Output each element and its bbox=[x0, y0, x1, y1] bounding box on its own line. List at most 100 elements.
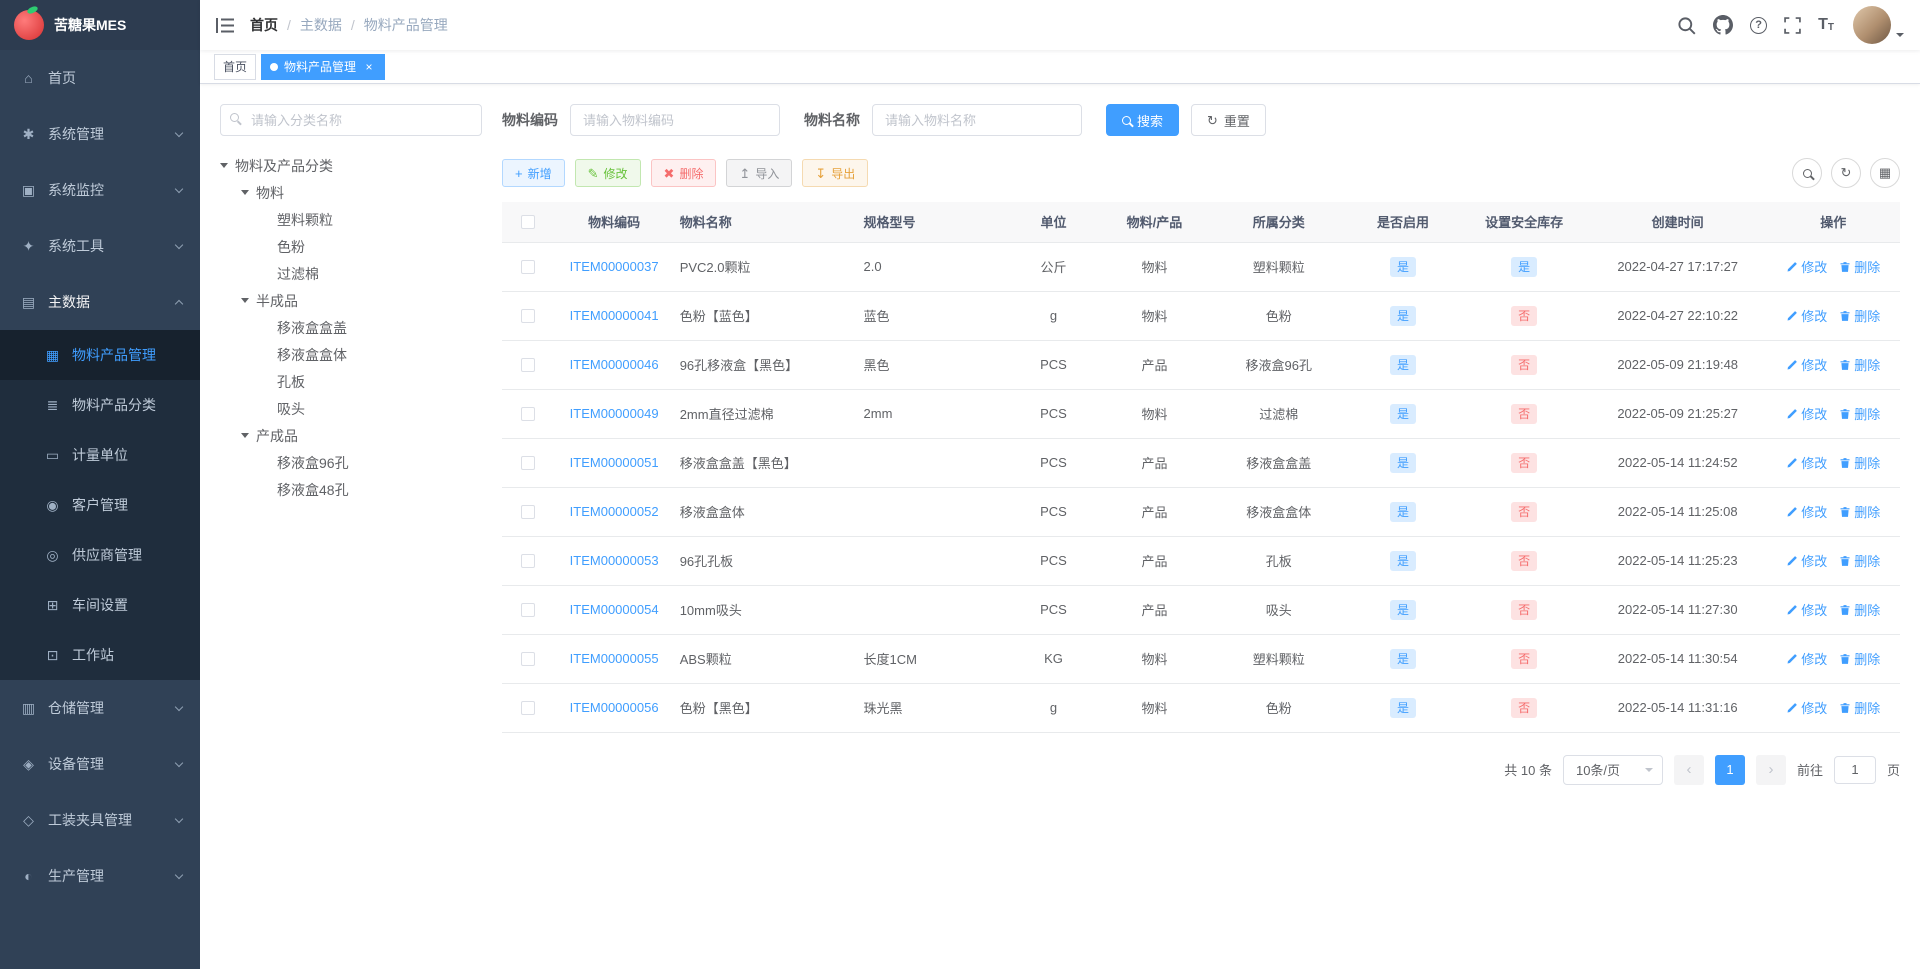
search-icon[interactable] bbox=[1677, 16, 1696, 35]
column-settings-button[interactable]: ▦ bbox=[1870, 158, 1900, 188]
delete-link[interactable]: 删除 bbox=[1839, 306, 1880, 325]
edit-link[interactable]: 修改 bbox=[1786, 355, 1827, 374]
tree-node[interactable]: 物料及产品分类 bbox=[220, 152, 482, 179]
sidebar-item-system[interactable]: ✱ 系统管理 bbox=[0, 106, 200, 162]
delete-button[interactable]: ✖ 删除 bbox=[650, 159, 717, 187]
edit-link[interactable]: 修改 bbox=[1786, 502, 1827, 521]
row-checkbox[interactable] bbox=[521, 259, 536, 274]
item-code-link[interactable]: ITEM00000053 bbox=[570, 553, 659, 568]
item-code-link[interactable]: ITEM00000049 bbox=[570, 406, 659, 421]
edit-link[interactable]: 修改 bbox=[1786, 649, 1827, 668]
item-code-link[interactable]: ITEM00000052 bbox=[570, 504, 659, 519]
tree-node[interactable]: 半成品 bbox=[220, 287, 482, 314]
edit-link[interactable]: 修改 bbox=[1786, 551, 1827, 570]
sidebar-item-material[interactable]: ▦ 物料产品管理 bbox=[0, 330, 200, 380]
material-code-input[interactable] bbox=[570, 104, 780, 136]
row-checkbox[interactable] bbox=[521, 455, 536, 470]
delete-link[interactable]: 删除 bbox=[1839, 649, 1880, 668]
menu-fold-icon[interactable] bbox=[216, 17, 234, 33]
tree-node[interactable]: 产成品 bbox=[220, 422, 482, 449]
row-checkbox[interactable] bbox=[521, 308, 536, 323]
app-logo[interactable]: 苦糖果MES bbox=[0, 0, 200, 50]
delete-link[interactable]: 删除 bbox=[1839, 404, 1880, 423]
add-button[interactable]: + 新增 bbox=[502, 159, 565, 187]
item-code-link[interactable]: ITEM00000056 bbox=[570, 700, 659, 715]
caret-down-icon[interactable] bbox=[220, 163, 228, 168]
tree-node[interactable]: 物料 bbox=[220, 179, 482, 206]
sidebar-item-workstation[interactable]: ⊡ 工作站 bbox=[0, 630, 200, 680]
delete-link[interactable]: 删除 bbox=[1839, 257, 1880, 276]
edit-link[interactable]: 修改 bbox=[1786, 404, 1827, 423]
tree-node[interactable]: 塑料颗粒 bbox=[220, 206, 482, 233]
tree-node[interactable]: 移液盒48孔 bbox=[220, 476, 482, 503]
delete-link[interactable]: 删除 bbox=[1839, 600, 1880, 619]
sidebar-item-supplier[interactable]: ◎ 供应商管理 bbox=[0, 530, 200, 580]
delete-link[interactable]: 删除 bbox=[1839, 355, 1880, 374]
caret-down-icon[interactable] bbox=[241, 190, 249, 195]
delete-link[interactable]: 删除 bbox=[1839, 453, 1880, 472]
tree-node[interactable]: 移液盒96孔 bbox=[220, 449, 482, 476]
tree-node[interactable]: 移液盒盒盖 bbox=[220, 314, 482, 341]
item-code-link[interactable]: ITEM00000055 bbox=[570, 651, 659, 666]
sidebar-item-category[interactable]: ≣ 物料产品分类 bbox=[0, 380, 200, 430]
tree-node[interactable]: 移液盒盒体 bbox=[220, 341, 482, 368]
sidebar-item-warehouse[interactable]: ▥ 仓储管理 bbox=[0, 680, 200, 736]
next-page-button[interactable] bbox=[1755, 754, 1786, 785]
tree-node[interactable]: 吸头 bbox=[220, 395, 482, 422]
row-checkbox[interactable] bbox=[521, 651, 536, 666]
caret-down-icon[interactable] bbox=[241, 433, 249, 438]
sidebar-item-home[interactable]: ⌂ 首页 bbox=[0, 50, 200, 106]
row-checkbox[interactable] bbox=[521, 406, 536, 421]
github-icon[interactable] bbox=[1713, 15, 1734, 35]
edit-button[interactable]: ✎ 修改 bbox=[574, 159, 641, 187]
row-checkbox[interactable] bbox=[521, 357, 536, 372]
edit-link[interactable]: 修改 bbox=[1786, 306, 1827, 325]
toggle-search-button[interactable] bbox=[1792, 158, 1822, 188]
edit-link[interactable]: 修改 bbox=[1786, 453, 1827, 472]
fullscreen-icon[interactable] bbox=[1784, 16, 1801, 34]
close-icon[interactable] bbox=[362, 60, 376, 74]
sidebar-item-workshop[interactable]: ⊞ 车间设置 bbox=[0, 580, 200, 630]
goto-page-input[interactable] bbox=[1833, 755, 1876, 784]
user-avatar[interactable] bbox=[1853, 6, 1904, 44]
help-icon[interactable] bbox=[1750, 16, 1768, 34]
refresh-button[interactable]: ↻ bbox=[1831, 158, 1861, 188]
tag-item[interactable]: 首页 bbox=[214, 53, 257, 80]
delete-link[interactable]: 删除 bbox=[1839, 502, 1880, 521]
row-checkbox[interactable] bbox=[521, 553, 536, 568]
export-button[interactable]: ↧ 导出 bbox=[802, 159, 869, 187]
select-all-checkbox[interactable] bbox=[521, 214, 536, 229]
tree-node[interactable]: 色粉 bbox=[220, 233, 482, 260]
import-button[interactable]: ↥ 导入 bbox=[726, 159, 793, 187]
font-size-icon[interactable] bbox=[1818, 16, 1834, 34]
sidebar-item-tools[interactable]: ✦ 系统工具 bbox=[0, 218, 200, 274]
page-size-select[interactable]: 10条/页 bbox=[1562, 754, 1663, 785]
edit-link[interactable]: 修改 bbox=[1786, 257, 1827, 276]
row-checkbox[interactable] bbox=[521, 602, 536, 617]
item-code-link[interactable]: ITEM00000041 bbox=[570, 308, 659, 323]
item-code-link[interactable]: ITEM00000037 bbox=[570, 259, 659, 274]
reset-button[interactable]: ↻ 重置 bbox=[1191, 104, 1266, 136]
delete-link[interactable]: 删除 bbox=[1839, 551, 1880, 570]
sidebar-item-monitor[interactable]: ▣ 系统监控 bbox=[0, 162, 200, 218]
item-code-link[interactable]: ITEM00000046 bbox=[570, 357, 659, 372]
row-checkbox[interactable] bbox=[521, 504, 536, 519]
sidebar-item-fixture[interactable]: ◇ 工装夹具管理 bbox=[0, 792, 200, 848]
page-number-button[interactable]: 1 bbox=[1714, 754, 1745, 785]
breadcrumb-item[interactable]: 首页 bbox=[250, 15, 300, 35]
category-search-input[interactable] bbox=[220, 104, 482, 136]
item-code-link[interactable]: ITEM00000054 bbox=[570, 602, 659, 617]
edit-link[interactable]: 修改 bbox=[1786, 600, 1827, 619]
tree-node[interactable]: 孔板 bbox=[220, 368, 482, 395]
row-checkbox[interactable] bbox=[521, 700, 536, 715]
delete-link[interactable]: 删除 bbox=[1839, 698, 1880, 717]
caret-down-icon[interactable] bbox=[241, 298, 249, 303]
tag-item[interactable]: 物料产品管理 bbox=[261, 53, 386, 80]
material-name-input[interactable] bbox=[872, 104, 1082, 136]
tree-node[interactable]: 过滤棉 bbox=[220, 260, 482, 287]
sidebar-item-equipment[interactable]: ◈ 设备管理 bbox=[0, 736, 200, 792]
item-code-link[interactable]: ITEM00000051 bbox=[570, 455, 659, 470]
sidebar-item-data[interactable]: ▤ 主数据 bbox=[0, 274, 200, 330]
sidebar-item-production[interactable]: ◐ 生产管理 bbox=[0, 848, 200, 904]
search-button[interactable]: 搜索 bbox=[1106, 104, 1180, 136]
